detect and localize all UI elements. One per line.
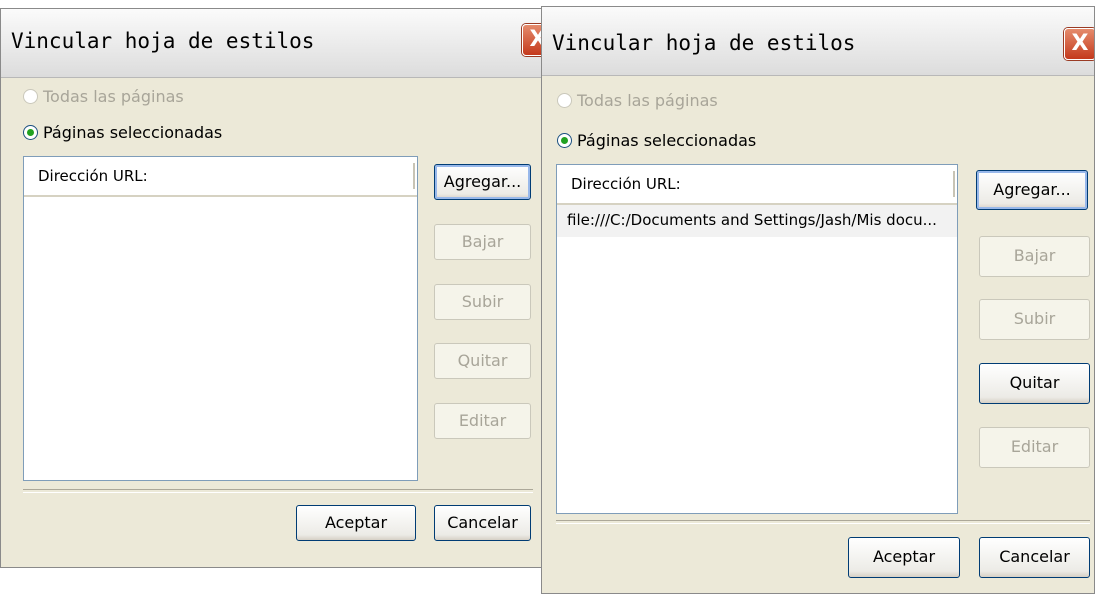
radio-button-icon (23, 89, 38, 104)
link-stylesheet-dialog-empty: Vincular hoja de estilos X Todas las pág… (0, 8, 545, 568)
move-up-button[interactable]: Subir (979, 299, 1090, 340)
edit-button[interactable]: Editar (979, 427, 1090, 468)
radio-selected-pages-label: Páginas seleccionadas (577, 131, 757, 150)
edit-button[interactable]: Editar (434, 403, 531, 439)
title-bar[interactable]: Vincular hoja de estilos (1, 9, 544, 78)
radio-selected-pages[interactable]: Páginas seleccionadas (23, 123, 222, 142)
cancel-button[interactable]: Cancelar (434, 505, 531, 541)
ok-button[interactable]: Aceptar (296, 505, 416, 541)
dialog-title: Vincular hoja de estilos (552, 31, 856, 55)
radio-all-pages[interactable]: Todas las páginas (557, 91, 718, 110)
radio-button-icon (557, 93, 572, 108)
list-column-header[interactable]: Dirección URL: (24, 157, 417, 197)
radio-all-pages-label: Todas las páginas (43, 87, 184, 106)
url-column-header-label: Dirección URL: (38, 167, 148, 185)
url-list[interactable]: Dirección URL: (23, 156, 418, 481)
move-up-button[interactable]: Subir (434, 284, 531, 320)
add-button[interactable]: Agregar... (434, 164, 531, 200)
separator (23, 489, 533, 493)
close-icon[interactable]: X (1064, 28, 1094, 60)
remove-button[interactable]: Quitar (979, 363, 1090, 404)
url-column-header-label: Dirección URL: (571, 175, 681, 193)
add-button[interactable]: Agregar... (976, 170, 1088, 210)
radio-selected-pages-label: Páginas seleccionadas (43, 123, 223, 142)
remove-button[interactable]: Quitar (434, 343, 531, 379)
separator (556, 520, 1090, 524)
radio-all-pages-label: Todas las páginas (577, 91, 718, 110)
ok-button[interactable]: Aceptar (848, 537, 960, 578)
cancel-button[interactable]: Cancelar (979, 537, 1090, 578)
link-stylesheet-dialog-with-url: Vincular hoja de estilos X Todas las pág… (541, 6, 1095, 594)
radio-button-icon (23, 125, 38, 140)
url-item-text: file:///C:/Documents and Settings/Jash/M… (567, 211, 937, 229)
title-bar[interactable]: Vincular hoja de estilos (542, 7, 1094, 76)
radio-selected-pages[interactable]: Páginas seleccionadas (557, 131, 756, 150)
move-down-button[interactable]: Bajar (979, 236, 1090, 277)
list-column-header[interactable]: Dirección URL: (557, 165, 957, 205)
dialog-title: Vincular hoja de estilos (11, 29, 315, 53)
radio-button-icon (557, 133, 572, 148)
list-item[interactable]: file:///C:/Documents and Settings/Jash/M… (557, 205, 957, 237)
url-list[interactable]: Dirección URL: file:///C:/Documents and … (556, 164, 958, 514)
radio-all-pages[interactable]: Todas las páginas (23, 87, 184, 106)
move-down-button[interactable]: Bajar (434, 224, 531, 260)
